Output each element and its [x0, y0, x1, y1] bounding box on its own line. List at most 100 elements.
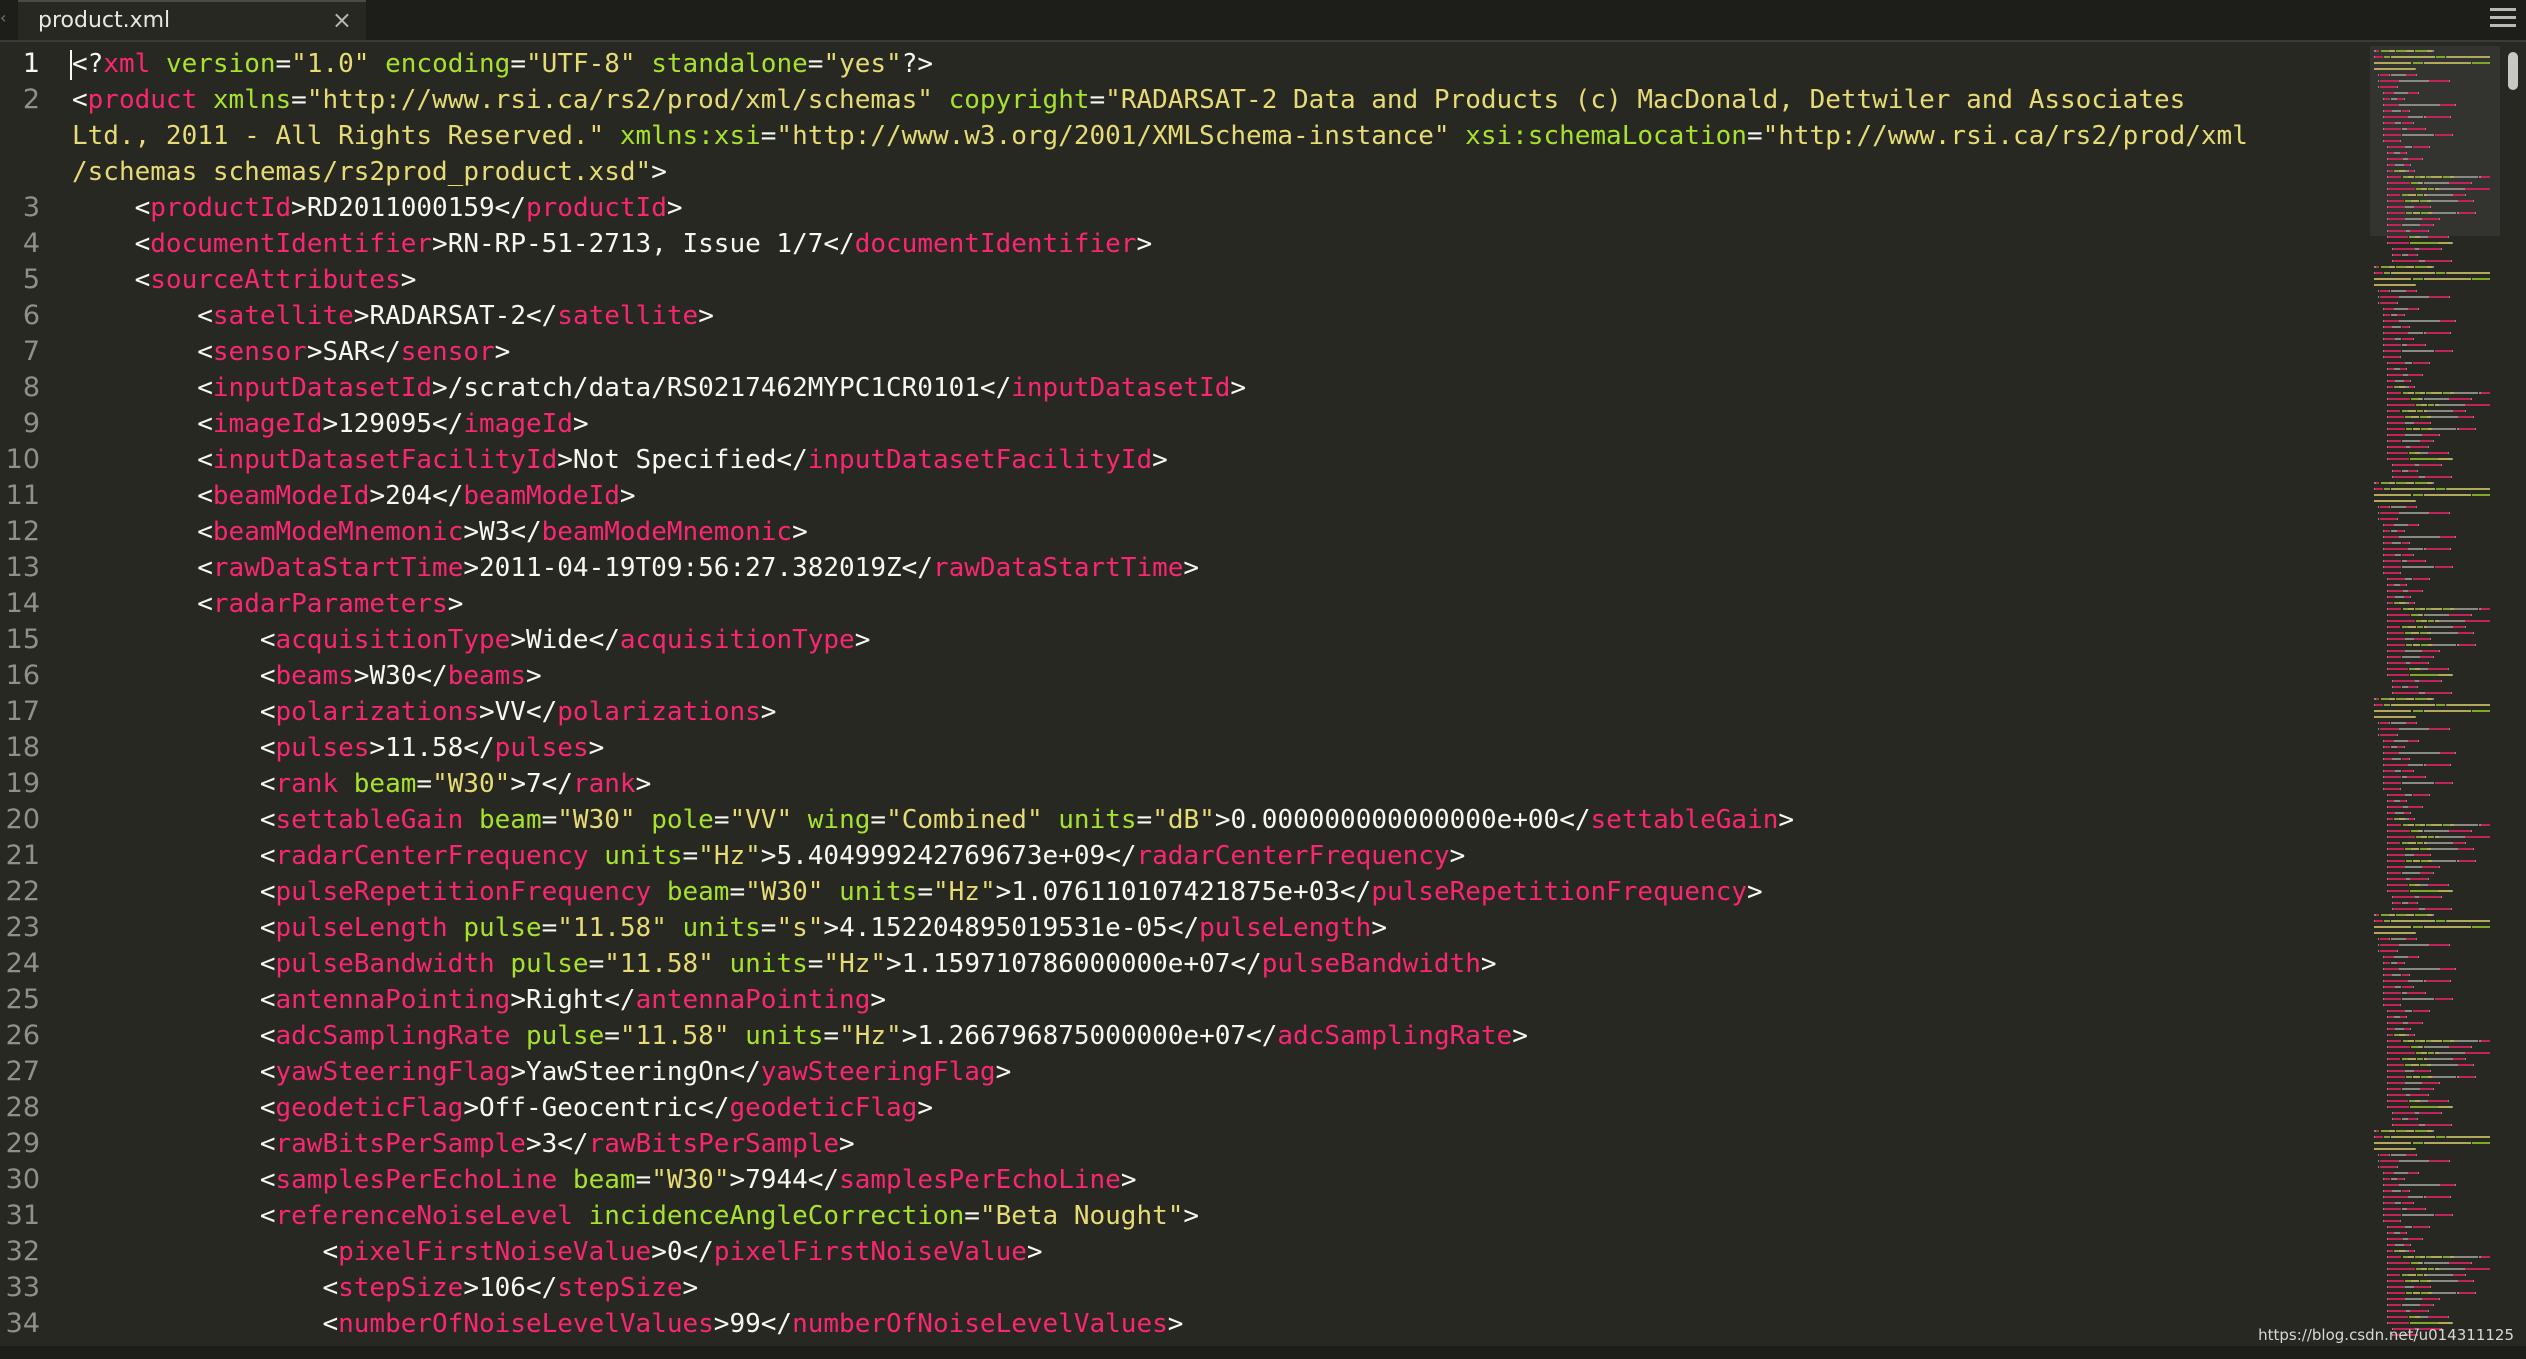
- code-punctuation: <: [259, 625, 276, 655]
- code-line[interactable]: <stepSize>106</stepSize>: [72, 1270, 698, 1306]
- code-line[interactable]: <productId>RD2011000159</productId>: [72, 190, 683, 226]
- code-punctuation: =: [807, 49, 824, 79]
- code-line[interactable]: <pulseBandwidth pulse="11.58" units="Hz"…: [72, 946, 1497, 982]
- hamburger-menu-icon[interactable]: [2490, 8, 2516, 28]
- code-punctuation: </: [1230, 949, 1262, 979]
- code-text: 7: [526, 769, 542, 799]
- code-line[interactable]: <polarizations>VV</polarizations>: [72, 694, 777, 730]
- xml-attribute-value: "VV": [729, 805, 793, 835]
- code-text: VV: [494, 697, 526, 727]
- code-line[interactable]: <inputDatasetFacilityId>Not Specified</i…: [72, 442, 1168, 478]
- xml-tag-name: beams: [275, 661, 354, 691]
- code-line[interactable]: <acquisitionType>Wide</acquisitionType>: [72, 622, 871, 658]
- code-punctuation: <: [259, 697, 276, 727]
- xml-attribute-value: "Hz": [698, 841, 761, 871]
- code-punctuation: </: [807, 1165, 840, 1195]
- tab-title: product.xml: [38, 8, 171, 33]
- xml-tag-name: rawBitsPerSample: [588, 1129, 840, 1159]
- code-punctuation: >: [760, 697, 777, 727]
- code-line[interactable]: /schemas schemas/rs2prod_product.xsd">: [72, 154, 667, 190]
- scrollbar-thumb[interactable]: [2508, 52, 2518, 90]
- xml-tag-name: productId: [525, 193, 667, 223]
- xml-tag-name: productId: [150, 193, 292, 223]
- code-punctuation: >: [463, 1093, 479, 1123]
- code-punctuation: =: [760, 121, 777, 151]
- xml-tag-name: radarCenterFrequency: [1136, 841, 1450, 871]
- code-line[interactable]: <samplesPerEchoLine beam="W30">7944</sam…: [72, 1162, 1137, 1198]
- code-line[interactable]: <sensor>SAR</sensor>: [72, 334, 510, 370]
- minimap[interactable]: [2370, 46, 2500, 1346]
- code-line[interactable]: <pulses>11.58</pulses>: [72, 730, 604, 766]
- vertical-scrollbar[interactable]: [2506, 46, 2520, 1346]
- code-line[interactable]: <pulseLength pulse="11.58" units="s">4.1…: [72, 910, 1387, 946]
- code-line[interactable]: <imageId>129095</imageId>: [72, 406, 588, 442]
- xml-tag-name: pulses: [275, 733, 370, 763]
- code-line[interactable]: <radarCenterFrequency units="Hz">5.40499…: [72, 838, 1465, 874]
- code-text: RADARSAT-2: [369, 301, 526, 331]
- code-line[interactable]: <settableGain beam="W30" pole="VV" wing=…: [72, 802, 1794, 838]
- code-text: 4.152204895019531e-05: [839, 913, 1168, 943]
- code-line[interactable]: <?xml version="1.0" encoding="UTF-8" sta…: [72, 46, 933, 82]
- xml-attribute-name: units: [745, 1021, 824, 1051]
- xml-tag-name: inputDatasetId: [1011, 373, 1231, 403]
- code-line[interactable]: Ltd., 2011 - All Rights Reserved." xmlns…: [72, 118, 2248, 154]
- code-line[interactable]: <beamModeId>204</beamModeId>: [72, 478, 635, 514]
- line-number: 9: [22, 408, 40, 439]
- xml-tag-name: adcSamplingRate: [275, 1021, 511, 1051]
- code-punctuation: <: [322, 1237, 339, 1267]
- code-punctuation: <: [322, 1309, 339, 1339]
- code-line[interactable]: <antennaPointing>Right</antennaPointing>: [72, 982, 886, 1018]
- code-line[interactable]: <referenceNoiseLevel incidenceAngleCorre…: [72, 1198, 1199, 1234]
- code-line[interactable]: <rawBitsPerSample>3</rawBitsPerSample>: [72, 1126, 855, 1162]
- chevron-left-icon[interactable]: ‹: [0, 8, 10, 30]
- xml-attribute-name: beam: [572, 1165, 636, 1195]
- horizontal-scrollbar[interactable]: [0, 1346, 2526, 1359]
- code-punctuation: =: [416, 769, 433, 799]
- code-line[interactable]: <documentIdentifier>RN-RP-51-2713, Issue…: [72, 226, 1153, 262]
- code-punctuation: >: [760, 841, 777, 871]
- code-punctuation: </: [823, 229, 855, 259]
- code-line[interactable]: <geodeticFlag>Off-Geocentric</geodeticFl…: [72, 1090, 933, 1126]
- code-punctuation: >: [666, 193, 683, 223]
- code-line[interactable]: <beams>W30</beams>: [72, 658, 542, 694]
- code-line[interactable]: <adcSamplingRate pulse="11.58" units="Hz…: [72, 1018, 1528, 1054]
- code-line[interactable]: <radarParameters>: [72, 586, 463, 622]
- code-line[interactable]: <rawDataStartTime>2011-04-19T09:56:27.38…: [72, 550, 1199, 586]
- line-number: 11: [5, 480, 40, 511]
- code-line[interactable]: <satellite>RADARSAT-2</satellite>: [72, 298, 714, 334]
- code-line[interactable]: <rank beam="W30">7</rank>: [72, 766, 651, 802]
- xml-tag-name: satellite: [557, 301, 699, 331]
- code-punctuation: >: [1183, 553, 1200, 583]
- code-punctuation: <: [197, 481, 213, 511]
- code-line[interactable]: <yawSteeringFlag>YawSteeringOn</yawSteer…: [72, 1054, 1011, 1090]
- code-punctuation: </: [525, 697, 558, 727]
- xml-tag-name: adcSamplingRate: [1277, 1021, 1513, 1051]
- code-line[interactable]: <pulseRepetitionFrequency beam="W30" uni…: [72, 874, 1763, 910]
- text-cursor: [70, 50, 72, 80]
- code-punctuation: >: [1230, 373, 1247, 403]
- code-line[interactable]: <numberOfNoiseLevelValues>99</numberOfNo…: [72, 1306, 1183, 1342]
- code-line[interactable]: <beamModeMnemonic>W3</beamModeMnemonic>: [72, 514, 808, 550]
- code-line[interactable]: <inputDatasetId>/scratch/data/RS0217462M…: [72, 370, 1246, 406]
- code-line[interactable]: <sourceAttributes>: [72, 262, 417, 298]
- code-punctuation: >: [353, 301, 370, 331]
- code-punctuation: >: [854, 625, 871, 655]
- code-punctuation: =: [713, 805, 730, 835]
- code-line[interactable]: <pixelFirstNoiseValue>0</pixelFirstNoise…: [72, 1234, 1042, 1270]
- xml-attribute-value: "W30": [557, 805, 636, 835]
- close-icon[interactable]: ×: [332, 6, 352, 34]
- code-punctuation: </: [760, 1309, 793, 1339]
- code-punctuation: >: [1152, 445, 1168, 475]
- tab-product-xml[interactable]: product.xml ×: [18, 0, 366, 40]
- code-punctuation: >: [447, 589, 464, 619]
- code-line[interactable]: <product xmlns="http://www.rsi.ca/rs2/pr…: [72, 82, 2185, 118]
